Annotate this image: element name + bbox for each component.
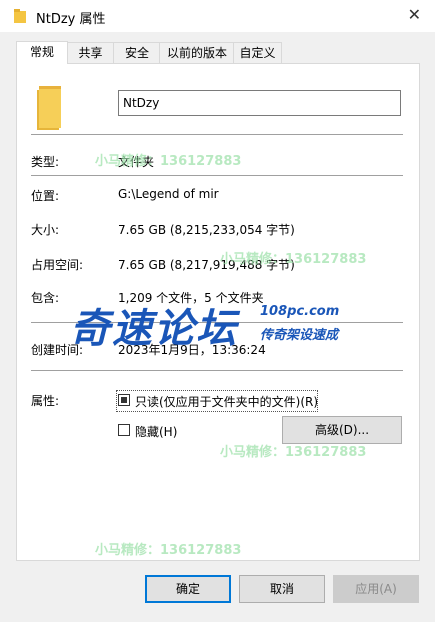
hidden-label[interactable]: 隐藏(H) [135,423,177,440]
title-bar: NtDzy 属性 ✕ [0,0,435,32]
logo-url: 108pc.com [260,304,340,319]
advanced-button[interactable]: 高级(D)... [282,416,402,444]
contains-label: 包含: [31,291,60,305]
logo-title: 奇速论坛 [70,306,238,352]
folder-name-input[interactable] [118,90,401,116]
tab-previous-versions[interactable]: 以前的版本 [159,42,235,63]
disk-size-label: 占用空间: [31,258,84,272]
ok-button[interactable]: 确定 [145,575,231,603]
separator [31,134,403,135]
folder-icon [37,86,61,130]
hidden-checkbox[interactable] [118,424,130,436]
tab-security[interactable]: 安全 [113,42,161,63]
watermark-text: 小马精修：136127883 [95,543,242,558]
cancel-button[interactable]: 取消 [239,575,325,603]
window-title: NtDzy 属性 [36,12,106,27]
watermark-text: 小马精修：136127883 [220,252,367,267]
size-label: 大小: [31,223,60,237]
tab-sharing[interactable]: 共享 [66,42,115,63]
tab-general[interactable]: 常规 [16,41,68,64]
location-value: G:\Legend of mir [118,187,219,201]
watermark-text: 小马精修：136127883 [95,154,242,169]
readonly-checkbox[interactable] [118,394,130,406]
watermark-text: 小马精修：136127883 [220,445,367,460]
type-label: 类型: [31,155,60,169]
readonly-label[interactable]: 只读(仅应用于文件夹中的文件)(R) [135,393,318,410]
location-label: 位置: [31,189,60,203]
separator [31,175,403,176]
separator [31,370,403,371]
attributes-label: 属性: [31,394,60,408]
folder-icon [14,9,26,23]
apply-button[interactable]: 应用(A) [333,575,419,603]
watermark-logo: 奇速论坛 108pc.com 传奇架设速成 [70,296,339,354]
tab-customize[interactable]: 自定义 [233,42,282,63]
close-icon[interactable]: ✕ [408,5,421,24]
size-value: 7.65 GB (8,215,233,054 字节) [118,223,295,237]
logo-tagline: 传奇架设速成 [260,328,339,343]
